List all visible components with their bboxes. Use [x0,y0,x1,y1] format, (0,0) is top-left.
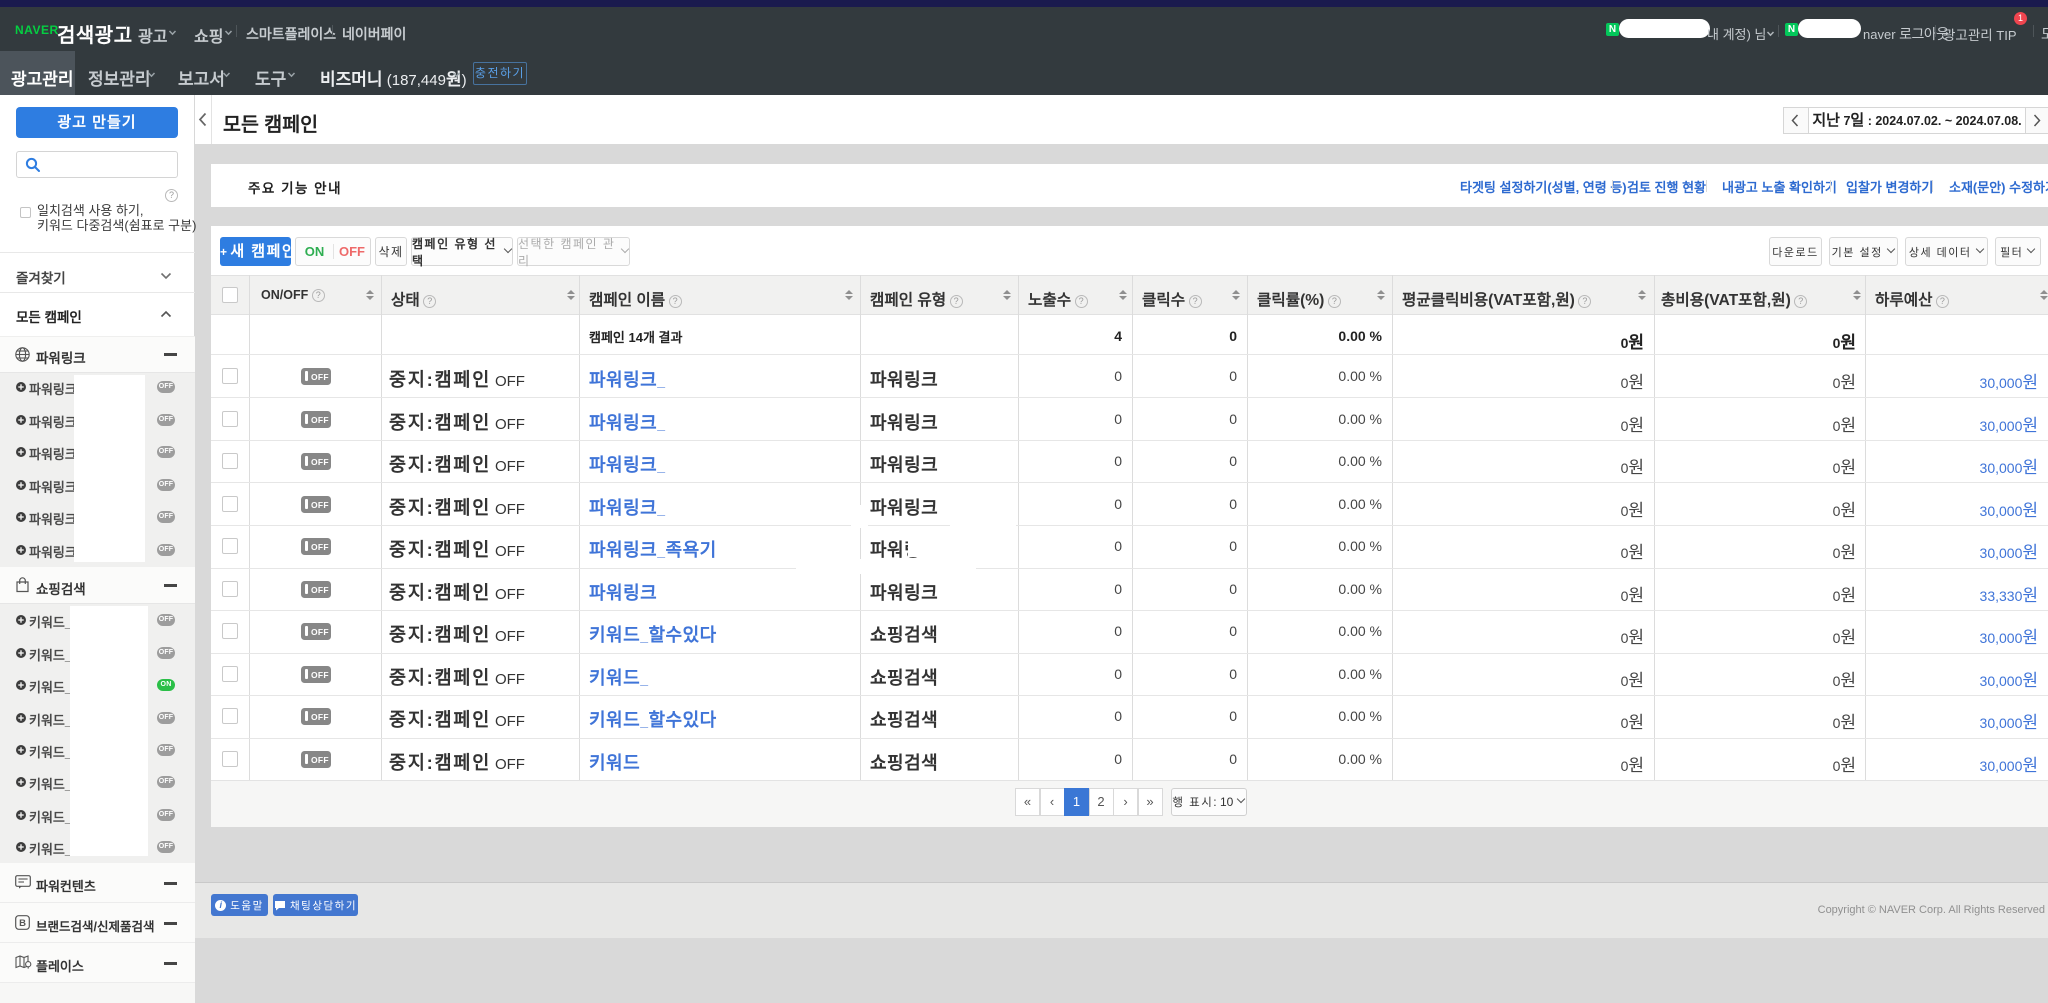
svg-text:B: B [19,918,26,929]
